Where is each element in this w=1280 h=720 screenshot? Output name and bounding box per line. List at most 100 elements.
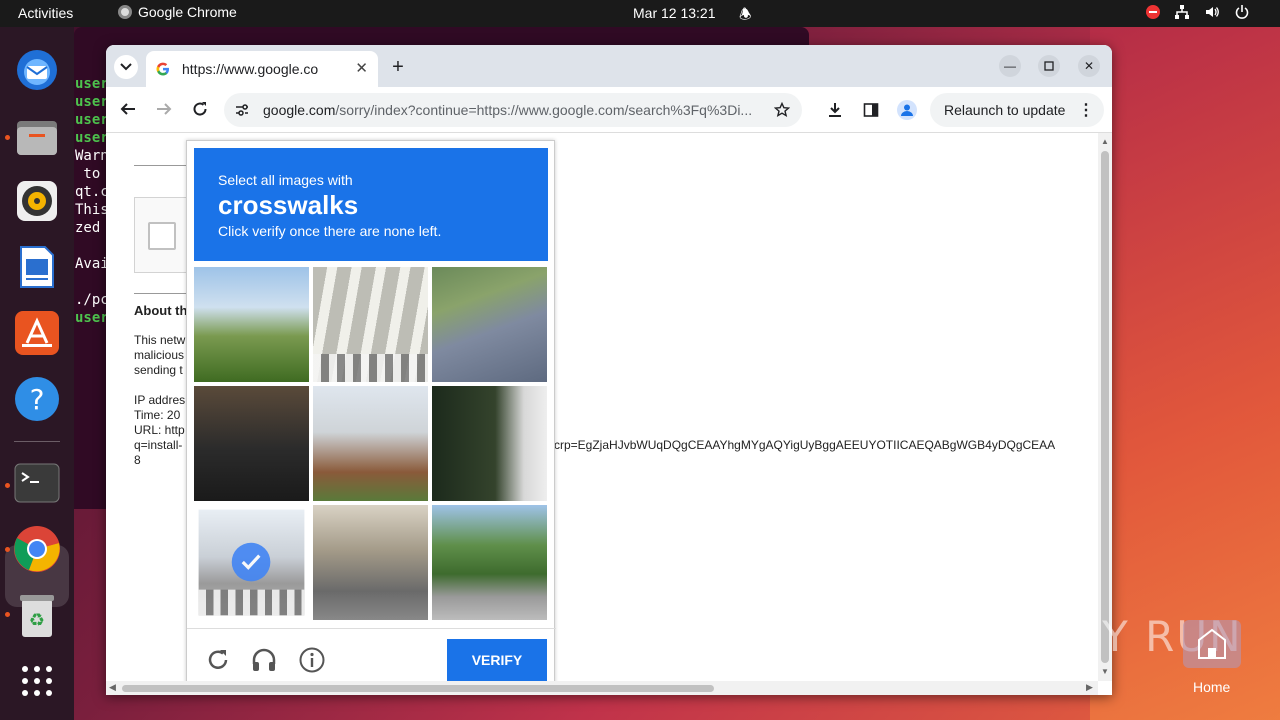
checkmark-selected-icon <box>231 542 271 582</box>
app-name-label: Google Chrome <box>138 4 237 20</box>
captcha-tile-scooter-van[interactable] <box>432 386 547 501</box>
dock: ? ♻ <box>0 27 74 720</box>
scroll-left-arrow-icon[interactable]: ◀ <box>109 682 116 693</box>
svg-text:♻: ♻ <box>29 610 45 631</box>
terminal-line: zed <box>75 220 101 236</box>
captcha-instruction: Select all images with <box>218 172 353 188</box>
running-indicator <box>5 483 10 488</box>
download-icon[interactable] <box>825 100 845 120</box>
terminal-line: This <box>75 202 109 218</box>
text-line: IP addres <box>134 393 186 407</box>
new-tab-icon[interactable]: + <box>386 55 410 79</box>
tab-active[interactable]: https://www.google.co ✕ <box>146 51 378 87</box>
side-panel-icon[interactable] <box>861 100 881 120</box>
app-menu[interactable]: Google Chrome <box>118 4 237 20</box>
clock[interactable]: Mar 12 13:21 <box>633 5 716 21</box>
profile-avatar-icon[interactable] <box>897 100 917 120</box>
captcha-tile-city-street-cyclist[interactable] <box>313 505 428 620</box>
address-bar[interactable]: google.com/sorry/index?continue=https://… <box>224 93 802 127</box>
divider <box>134 293 186 294</box>
tab-close-icon[interactable]: ✕ <box>355 59 368 77</box>
svg-text:?: ? <box>30 383 45 416</box>
tab-search-chevron-icon[interactable] <box>114 55 138 79</box>
libreoffice-writer-icon[interactable] <box>13 243 61 291</box>
home-folder-icon[interactable] <box>1183 620 1241 668</box>
thunderbird-icon[interactable] <box>13 45 61 93</box>
captcha-header: Select all images with crosswalks Click … <box>194 148 548 261</box>
power-icon[interactable] <box>1234 4 1250 20</box>
verify-button[interactable]: VERIFY <box>447 639 547 681</box>
info-icon[interactable] <box>299 647 325 673</box>
text-line: Time: 20 <box>134 408 181 422</box>
help-icon[interactable]: ? <box>13 375 61 423</box>
running-indicator <box>5 612 10 617</box>
close-window-icon[interactable]: ✕ <box>1078 55 1100 77</box>
terminal-line: Warn <box>75 148 109 164</box>
text-line: URL: http <box>134 423 185 437</box>
vertical-scrollbar[interactable]: ▲ ▼ <box>1098 133 1112 681</box>
chrome-menu-icon[interactable]: ⋮ <box>1078 100 1094 120</box>
minimize-icon[interactable]: — <box>999 55 1021 77</box>
captcha-challenge: Select all images with crosswalks Click … <box>186 140 556 695</box>
captcha-tile-tree-grass[interactable] <box>194 267 309 382</box>
scroll-right-arrow-icon[interactable]: ▶ <box>1086 682 1093 693</box>
volume-icon[interactable] <box>1204 4 1220 20</box>
system-tray[interactable] <box>1146 4 1250 20</box>
captcha-tile-crosswalk-street[interactable] <box>313 267 428 382</box>
audio-challenge-headphones-icon[interactable] <box>251 647 277 673</box>
google-chrome-icon[interactable] <box>13 525 61 573</box>
terminal-line: user <box>75 130 109 146</box>
browser-toolbar: google.com/sorry/index?continue=https://… <box>106 87 1112 133</box>
dock-separator <box>14 441 60 442</box>
app-center-icon[interactable] <box>13 309 61 357</box>
google-favicon-icon <box>156 62 169 76</box>
back-icon[interactable] <box>118 99 138 119</box>
captcha-tile-motorcycle-dark[interactable] <box>194 386 309 501</box>
site-settings-icon[interactable] <box>234 102 250 118</box>
scroll-up-arrow-icon[interactable]: ▲ <box>1101 137 1109 146</box>
captcha-tile-highway[interactable] <box>432 267 547 382</box>
crosswalk-stripes <box>313 354 428 382</box>
maximize-icon[interactable] <box>1038 55 1060 77</box>
reload-icon[interactable] <box>190 99 210 119</box>
terminal-line: qt.c <box>75 184 109 200</box>
captcha-subtext: Click verify once there are none left. <box>218 223 442 239</box>
captcha-tile-tunnel-road[interactable] <box>432 505 547 620</box>
running-indicator <box>5 135 10 140</box>
captcha-tile-house-stairs[interactable] <box>313 386 428 501</box>
terminal-line: user <box>75 94 109 110</box>
info-text: IP addres Time: 20 URL: http q=install- 8 <box>134 393 185 468</box>
horizontal-scroll-thumb[interactable] <box>122 685 714 692</box>
rhythmbox-icon[interactable] <box>13 177 61 225</box>
top-bar: Activities Google Chrome Mar 12 13:21 🕭 <box>0 0 1280 27</box>
text-line: malicious <box>134 348 185 362</box>
show-apps-grid-icon[interactable] <box>13 657 61 705</box>
text-line: q=install- <box>134 438 183 452</box>
relaunch-to-update-button[interactable]: Relaunch to update ⋮ <box>930 93 1104 127</box>
scroll-down-arrow-icon[interactable]: ▼ <box>1101 667 1109 676</box>
forward-icon[interactable] <box>154 99 174 119</box>
trash-icon[interactable]: ♻ <box>13 592 61 640</box>
body-text: This netw malicious sending t <box>134 333 185 378</box>
notification-bell-icon[interactable]: 🕭 <box>739 4 752 28</box>
recaptcha-checkbox[interactable] <box>148 222 176 250</box>
do-not-disturb-icon[interactable] <box>1146 5 1160 19</box>
chrome-icon <box>118 5 132 19</box>
bookmark-star-icon[interactable] <box>774 102 790 118</box>
terminal-icon[interactable] <box>13 459 61 507</box>
reload-challenge-icon[interactable] <box>205 647 231 673</box>
page-content: About th This netw malicious sending t IP … <box>106 133 1112 695</box>
long-url-text: crp=EgZjaHJvbWUqDQgCEAAYhgMYgAQYigUyBggA… <box>554 438 1056 452</box>
horizontal-scrollbar[interactable]: ◀ ▶ <box>106 681 1098 695</box>
activities-button[interactable]: Activities <box>18 5 73 21</box>
running-indicator <box>5 547 10 552</box>
terminal-line: user <box>75 310 109 326</box>
recaptcha-widget[interactable] <box>134 197 189 273</box>
captcha-tile-crosswalk-buildings[interactable] <box>198 509 305 616</box>
text-line: 8 <box>134 453 141 467</box>
captcha-target: crosswalks <box>218 190 359 220</box>
files-icon[interactable] <box>13 113 61 161</box>
home-folder-label: Home <box>1193 679 1231 695</box>
network-icon[interactable] <box>1174 4 1190 20</box>
vertical-scroll-thumb[interactable] <box>1101 151 1109 663</box>
